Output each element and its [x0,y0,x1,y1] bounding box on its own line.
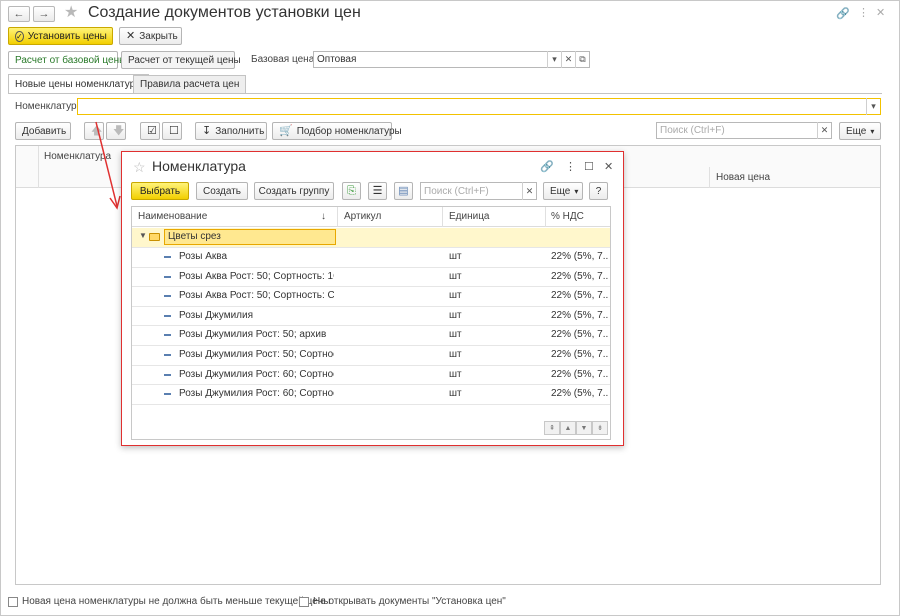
column-separator [545,207,546,227]
column-vat[interactable]: % НДС [551,211,584,222]
more-vert-icon[interactable]: ⋮ [565,160,576,173]
item-unit: шт [449,270,462,282]
item-name: Розы Джумилия [179,309,253,321]
item-icon [164,393,171,396]
list-button[interactable]: ▤ [394,182,413,200]
min-price-label: Новая цена номенклатуры не должна быть м… [22,596,331,607]
grid-header: Наименование ↓ Артикул Единица % НДС [132,207,610,227]
item-icon [164,354,171,356]
scroll-bottom-button[interactable]: ⇟ [592,421,608,435]
item-unit: шт [449,329,462,341]
chevron-down-icon: ▾ [574,186,579,196]
column-unit[interactable]: Единица [449,211,490,222]
group-name: Цветы срез [168,231,221,242]
clear-search-icon[interactable]: ✕ [522,182,536,200]
help-button[interactable]: ? [589,182,608,200]
item-name: Розы Аква [179,251,228,262]
item-unit: шт [449,388,462,400]
list-item[interactable]: Розы Джумилия шт 22% (5%, 7... [132,307,610,327]
item-unit: шт [449,368,462,380]
close-icon[interactable]: ✕ [604,160,613,173]
dialog-title: Номенклатура [152,158,246,174]
item-unit: шт [449,251,462,262]
scroll-top-button[interactable]: ⇞ [544,421,560,435]
dialog-search-input[interactable]: Поиск (Ctrl+F) ✕ [420,182,537,200]
select-button[interactable]: Выбрать [131,182,189,200]
item-name: Розы Аква Рост: 50; Сортность: 1С [179,270,334,282]
link-icon[interactable]: 🔗 [540,160,554,173]
help-label: ? [595,185,602,197]
list-item[interactable]: Розы Джумилия Рост: 50; архив шт 22% (5%, … [132,326,610,346]
item-unit: шт [449,309,462,321]
item-icon [164,295,171,298]
item-name: Розы Аква Рост: 50; Сортность: С [179,290,334,302]
item-icon [164,256,171,258]
maximize-icon[interactable]: ☐ [584,160,594,173]
dialog-search-placeholder: Поиск (Ctrl+F) [424,185,489,197]
expand-icon[interactable]: ▼ [139,231,147,240]
copy-icon: ⎘ [347,184,356,197]
item-icon [164,334,171,337]
min-price-checkbox[interactable] [8,597,18,607]
dialog-more-button[interactable]: Еще ▾ [543,182,583,200]
item-icon [164,314,171,317]
item-name: Розы Джумилия Рост: 50; Сортност... [179,349,334,360]
no-open-docs-checkbox[interactable] [299,597,309,607]
item-vat: 22% (5%, 7... [551,251,609,262]
item-vat: 22% (5%, 7... [551,388,609,400]
create-group-label: Создать группу [258,185,330,197]
item-unit: шт [449,349,462,360]
create-label: Создать [203,185,242,197]
column-article[interactable]: Артикул [344,211,381,222]
list-item[interactable]: Розы Аква шт 22% (5%, 7... [132,248,610,268]
list-item[interactable]: Розы Аква Рост: 50; Сортность: С шт 22% (5… [132,287,610,307]
item-name: Розы Джумилия Рост: 60; Сортност... [179,388,334,400]
nomenclature-grid[interactable]: Наименование ↓ Артикул Единица % НДС ▼ Ц… [131,206,611,440]
create-group-button[interactable]: Создать группу [254,182,334,200]
sort-indicator: ↓ [321,211,326,222]
no-open-docs-label: Не открывать документы "Установка цен" [313,596,506,607]
item-vat: 22% (5%, 7... [551,349,609,360]
item-vat: 22% (5%, 7... [551,270,609,282]
select-label: Выбрать [139,185,181,197]
list-item[interactable]: Розы Джумилия Рост: 60; Сортност... шт 22%… [132,385,610,405]
list-item[interactable]: Розы Аква Рост: 50; Сортность: 1С шт 22% (… [132,268,610,288]
star-icon[interactable]: ☆ [133,159,146,175]
nomenclature-dialog[interactable]: ☆ Номенклатура 🔗 ⋮ ☐ ✕ Выбрать Создать С… [121,151,624,446]
item-vat: 22% (5%, 7... [551,290,609,302]
dialog-more-label: Еще [550,185,571,197]
list-icon: ▤ [398,184,409,197]
copy-button[interactable]: ⎘ [342,182,361,200]
column-separator [337,207,338,227]
item-name: Розы Джумилия Рост: 60; Сортност... [179,368,334,380]
column-separator [442,207,443,227]
settings-button[interactable]: ☰ [368,182,387,200]
item-name: Розы Джумилия Рост: 50; архив [179,329,327,341]
column-name[interactable]: Наименование [138,211,207,222]
item-vat: 22% (5%, 7... [551,309,609,321]
list-item[interactable]: Розы Джумилия Рост: 50; Сортност... шт 22%… [132,346,610,366]
folder-icon [149,233,160,241]
sliders-icon: ☰ [372,184,383,197]
group-row[interactable]: ▼ Цветы срез [132,228,610,248]
item-icon [164,275,171,278]
item-vat: 22% (5%, 7... [551,368,609,380]
create-button[interactable]: Создать [196,182,248,200]
item-vat: 22% (5%, 7... [551,329,609,341]
list-item[interactable]: Розы Джумилия Рост: 60; Сортност... шт 22%… [132,366,610,386]
item-icon [164,373,171,376]
scroll-down-button[interactable]: ▼ [576,421,592,435]
item-unit: шт [449,290,462,302]
scroll-up-button[interactable]: ▲ [560,421,576,435]
